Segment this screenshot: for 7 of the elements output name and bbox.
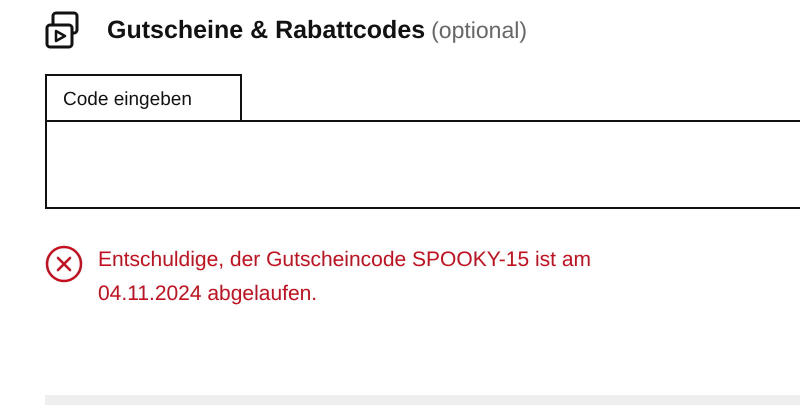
code-input-field[interactable] xyxy=(45,120,800,208)
optional-note: (optional) xyxy=(431,16,528,45)
video-cards-icon xyxy=(45,10,79,49)
field-label: Code eingeben xyxy=(45,74,242,122)
error-message: Entschuldige, der Gutscheincode SPOOKY-15 ist am 04.11.2024 abgelaufen. xyxy=(98,246,592,306)
error-icon xyxy=(45,244,83,282)
section-title: Gutscheine & Rabattcodes xyxy=(107,15,426,46)
